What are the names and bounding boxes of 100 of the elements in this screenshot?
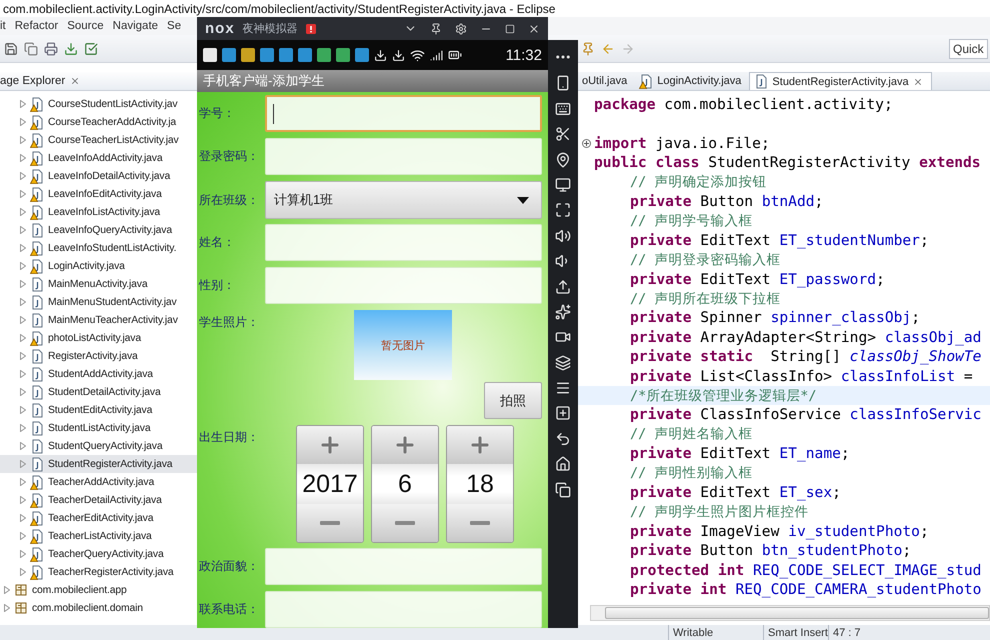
expand-arrow-icon[interactable] — [20, 298, 26, 306]
close-icon[interactable] — [528, 22, 540, 34]
tree-item[interactable]: MainMenuActivity.java — [0, 275, 197, 293]
pin-icon[interactable] — [430, 22, 442, 34]
tree-item[interactable]: TeacherAddActivity.java — [0, 473, 197, 491]
expand-arrow-icon[interactable] — [20, 442, 26, 450]
forward-arrow-icon[interactable] — [621, 42, 635, 56]
keyboard-icon[interactable] — [555, 100, 571, 117]
tree-item[interactable]: TeacherQueryActivity.java — [0, 545, 197, 563]
tree-item[interactable]: TeacherEditActivity.java — [0, 509, 197, 527]
phone-icon[interactable] — [555, 75, 571, 92]
expand-arrow-icon[interactable] — [20, 316, 26, 324]
expand-arrow-icon[interactable] — [20, 532, 26, 540]
close-icon[interactable] — [912, 76, 923, 86]
tree-item[interactable]: LeaveInfoQueryActivity.java — [0, 221, 197, 239]
layers-icon[interactable] — [555, 354, 571, 371]
download-icon[interactable] — [64, 42, 78, 56]
quick-access-field[interactable]: Quick — [949, 38, 988, 58]
expand-arrow-icon[interactable] — [20, 100, 26, 108]
location-pin-icon[interactable] — [555, 152, 571, 168]
decrement-button[interactable] — [447, 504, 513, 542]
tree-item[interactable]: LeaveInfoListActivity.java — [0, 203, 197, 221]
fullscreen-icon[interactable] — [555, 202, 571, 218]
increment-button[interactable] — [297, 426, 363, 464]
tree-item[interactable]: TeacherListActivity.java — [0, 527, 197, 545]
tree-item[interactable]: RegisterActivity.java — [0, 347, 197, 365]
editor-tab[interactable]: StudentRegisterActivity.java — [749, 72, 932, 90]
fold-plus-icon[interactable] — [582, 138, 591, 148]
expand-arrow-icon[interactable] — [20, 514, 26, 522]
tree-item[interactable]: CourseTeacherAddActivity.ja — [0, 113, 197, 131]
tree-item[interactable]: TeacherDetailActivity.java — [0, 491, 197, 509]
expand-arrow-icon[interactable] — [20, 406, 26, 414]
tree-item[interactable]: com.mobileclient.app — [0, 581, 197, 599]
tree-item[interactable]: CourseStudentListActivity.jav — [0, 95, 197, 113]
tree-item[interactable]: LeaveInfoDetailActivity.java — [0, 167, 197, 185]
menu-item[interactable]: Navigate — [112, 20, 158, 32]
expand-arrow-icon[interactable] — [20, 262, 26, 270]
tree-item[interactable]: StudentListActivity.java — [0, 419, 197, 437]
close-icon[interactable] — [70, 76, 80, 86]
upload-icon[interactable] — [555, 278, 571, 295]
tree-item[interactable]: photoListActivity.java — [0, 329, 197, 347]
expand-arrow-icon[interactable] — [20, 370, 26, 378]
input-field[interactable] — [265, 95, 542, 132]
volume-up-icon[interactable] — [555, 228, 571, 244]
tree-item[interactable]: com.mobileclient.domain — [0, 599, 197, 617]
tree-item[interactable]: StudentEditActivity.java — [0, 401, 197, 419]
expand-arrow-icon[interactable] — [20, 568, 26, 576]
expand-arrow-icon[interactable] — [20, 172, 26, 180]
take-photo-button[interactable]: 拍照 — [484, 382, 542, 419]
class-dropdown[interactable]: 计算机1班 — [265, 181, 542, 219]
tree-item[interactable]: TeacherRegisterActivity.java — [0, 563, 197, 581]
expand-arrow-icon[interactable] — [4, 604, 10, 612]
menu-icon[interactable] — [555, 380, 571, 396]
increment-button[interactable] — [372, 426, 438, 464]
expand-arrow-icon[interactable] — [20, 118, 26, 126]
photo-placeholder[interactable]: 暂无图片 — [354, 310, 452, 380]
tree-item[interactable]: LeaveInfoStudentListActivity. — [0, 239, 197, 257]
decrement-button[interactable] — [372, 504, 438, 542]
tree-item[interactable]: LeaveInfoEditActivity.java — [0, 185, 197, 203]
tree-item[interactable]: LeaveInfoAddActivity.java — [0, 149, 197, 167]
expand-arrow-icon[interactable] — [20, 244, 26, 252]
menu-item[interactable]: Refactor — [14, 20, 58, 32]
tree-item[interactable]: StudentRegisterActivity.java — [0, 455, 197, 473]
home-icon[interactable] — [555, 456, 571, 472]
expand-arrow-icon[interactable] — [20, 154, 26, 162]
tree-item[interactable]: StudentAddActivity.java — [0, 365, 197, 383]
printer-icon[interactable] — [44, 42, 58, 56]
number-picker[interactable]: 18 — [446, 425, 514, 543]
expand-arrow-icon[interactable] — [20, 208, 26, 216]
tree-item[interactable]: LoginActivity.java — [0, 257, 197, 275]
back-icon[interactable] — [555, 430, 571, 447]
expand-arrow-icon[interactable] — [20, 388, 26, 396]
decrement-button[interactable] — [297, 504, 363, 542]
alert-badge-icon[interactable] — [306, 24, 316, 34]
expand-arrow-icon[interactable] — [20, 136, 26, 144]
expand-arrow-icon[interactable] — [20, 280, 26, 288]
expand-arrow-icon[interactable] — [20, 190, 26, 198]
expand-arrow-icon[interactable] — [20, 226, 26, 234]
tree-item[interactable]: MainMenuTeacherActivity.jav — [0, 311, 197, 329]
scissors-icon[interactable] — [555, 126, 571, 142]
editor-tab[interactable]: LoginActivity.java — [635, 72, 750, 90]
tree-item[interactable]: MainMenuStudentActivity.jav — [0, 293, 197, 311]
package-explorer-tab[interactable]: age Explorer — [0, 72, 197, 91]
maximize-icon[interactable] — [505, 24, 515, 34]
monitor-icon[interactable] — [555, 176, 571, 193]
recent-apps-icon[interactable] — [555, 482, 571, 498]
menu-item[interactable]: Se — [167, 20, 182, 32]
tree-item[interactable]: StudentDetailActivity.java — [0, 383, 197, 401]
expand-arrow-icon[interactable] — [20, 460, 26, 468]
expand-arrow-icon[interactable] — [20, 550, 26, 558]
expand-arrow-icon[interactable] — [20, 334, 26, 342]
number-picker[interactable]: 6 — [371, 425, 439, 543]
number-picker[interactable]: 2017 — [296, 425, 364, 543]
editor-tab[interactable]: oUtil.java — [578, 72, 636, 90]
expand-arrow-icon[interactable] — [20, 352, 26, 360]
horizontal-scrollbar[interactable] — [590, 605, 990, 622]
expand-arrow-icon[interactable] — [20, 496, 26, 504]
menu-item[interactable]: it — [0, 20, 6, 32]
save-icon[interactable] — [4, 42, 18, 56]
expand-arrow-icon[interactable] — [20, 478, 26, 486]
